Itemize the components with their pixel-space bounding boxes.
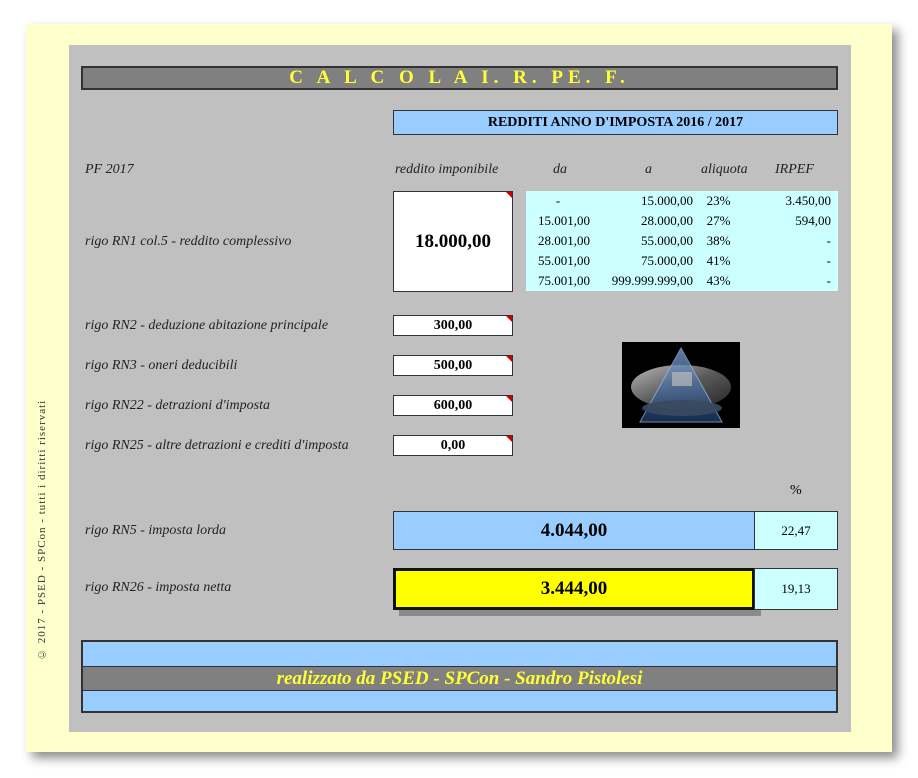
bracket-irpef: - <box>826 273 831 288</box>
imposta-netta-percent: 19,13 <box>754 568 838 610</box>
bracket-irpef: 3.450,00 <box>785 193 832 208</box>
table-row: 28.001,00 55.000,00 38% - <box>526 231 838 251</box>
reddito-complessivo-input[interactable]: 18.000,00 <box>393 191 513 292</box>
detrazioni-imposta-label: rigo RN22 - detrazioni d'imposta <box>85 398 271 413</box>
header-da: da <box>553 162 567 177</box>
table-row: 15.001,00 28.000,00 27% 594,00 <box>526 211 838 231</box>
tax-year-subtitle: REDDITI ANNO D'IMPOSTA 2016 / 2017 <box>393 110 838 135</box>
bracket-a: 999.999.999,00 <box>611 273 693 288</box>
bracket-da: 55.001,00 <box>538 253 590 268</box>
bracket-a: 75.000,00 <box>641 253 693 268</box>
bracket-da: - <box>555 193 561 208</box>
header-irpef: IRPEF <box>775 162 814 177</box>
bracket-aliquota: 41% <box>706 253 731 268</box>
psed-logo-image <box>622 342 740 428</box>
table-row: - 15.000,00 23% 3.450,00 <box>526 191 838 211</box>
bracket-da: 28.001,00 <box>538 233 590 248</box>
footer-stripe-top <box>83 642 836 666</box>
altre-detrazioni-input[interactable]: 0,00 <box>393 435 513 456</box>
header-aliquota: aliquota <box>701 162 748 177</box>
imposta-lorda-label: rigo RN5 - imposta lorda <box>85 523 227 538</box>
detrazioni-imposta-input[interactable]: 600,00 <box>393 395 513 416</box>
reddito-complessivo-label: rigo RN1 col.5 - reddito complessivo <box>85 234 292 249</box>
footer-banner: realizzato da PSED - SPCon - Sandro Pist… <box>81 640 838 713</box>
deduzione-abitazione-input[interactable]: 300,00 <box>393 315 513 336</box>
bracket-da: 15.001,00 <box>538 213 590 228</box>
imposta-lorda-percent: 22,47 <box>754 511 838 550</box>
bracket-a: 55.000,00 <box>641 233 693 248</box>
bracket-irpef: - <box>826 253 831 268</box>
altre-detrazioni-label: rigo RN25 - altre detrazioni e crediti d… <box>85 438 349 453</box>
tax-brackets-table: - 15.000,00 23% 3.450,00 15.001,00 28.00… <box>526 191 838 291</box>
bracket-irpef: 594,00 <box>795 213 831 228</box>
imposta-lorda-value: 4.044,00 <box>393 511 755 550</box>
oneri-deducibili-label: rigo RN3 - oneri deducibili <box>85 358 238 373</box>
deduzione-abitazione-label: rigo RN2 - deduzione abitazione principa… <box>85 318 329 333</box>
header-a: a <box>645 162 652 177</box>
header-reddito: reddito imponibile <box>395 162 499 177</box>
table-row: 55.001,00 75.000,00 41% - <box>526 251 838 271</box>
percent-header: % <box>790 483 802 498</box>
copyright-text: © 2017 - PSED - SPCon - tutti i diritti … <box>36 399 48 660</box>
bracket-da: 75.001,00 <box>538 273 590 288</box>
bracket-aliquota: 27% <box>706 213 731 228</box>
imposta-netta-value: 3.444,00 <box>393 568 755 610</box>
bracket-a: 15.000,00 <box>641 193 693 208</box>
bracket-a: 28.000,00 <box>641 213 693 228</box>
imposta-netta-label: rigo RN26 - imposta netta <box>85 580 232 595</box>
page-title: C A L C O L A I. R. PE. F. <box>81 66 838 90</box>
table-row: 75.001,00 999.999.999,00 43% - <box>526 271 838 291</box>
bracket-irpef: - <box>826 233 831 248</box>
bracket-aliquota: 43% <box>706 273 731 288</box>
footer-credits: realizzato da PSED - SPCon - Sandro Pist… <box>83 666 836 691</box>
header-pf: PF 2017 <box>85 162 134 177</box>
bracket-aliquota: 38% <box>706 233 731 248</box>
footer-stripe-bottom <box>83 691 836 711</box>
oneri-deducibili-input[interactable]: 500,00 <box>393 355 513 376</box>
bracket-aliquota: 23% <box>706 193 731 208</box>
